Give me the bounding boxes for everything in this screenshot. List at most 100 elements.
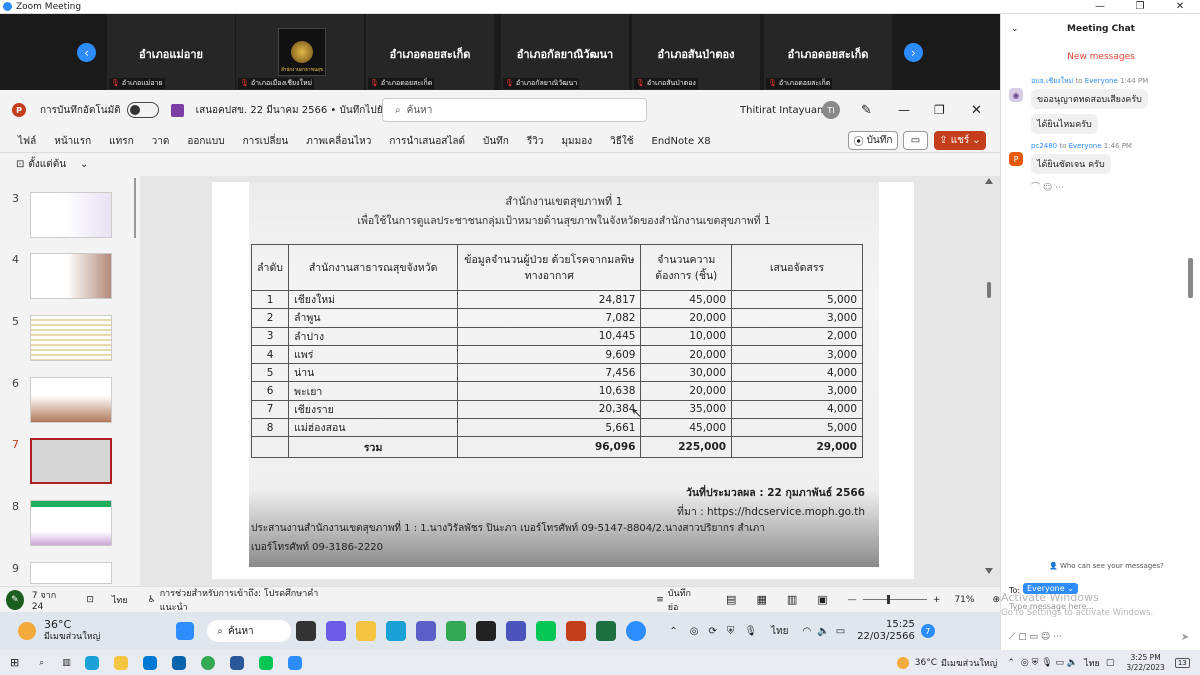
teams-work-icon[interactable] [506,621,527,641]
normal-view-icon[interactable]: ▤ [726,593,736,606]
notes-button[interactable]: บันทึกย่อ [668,586,698,614]
accessibility-status[interactable]: การช่วยสำหรับการเข้าถึง: โปรดศึกษาคำแนะน… [160,586,326,614]
tab-design[interactable]: ออกแบบ [178,134,233,149]
tray-icon[interactable]: ◎ [690,626,699,637]
weather-desc[interactable]: มีเมฆส่วนใหญ่ [941,656,997,670]
video-tile[interactable]: อำเภอสันป่าตอง 🎙 อำเภอสันป่าตอง [632,14,760,90]
video-tile[interactable]: อำเภอดอยสะเก็ด 🎙 อำเภอดอยสะเก็ด [764,14,892,90]
fit-slide-icon[interactable]: ⊕ [992,595,1000,605]
tab-slideshow[interactable]: การนำเสนอสไลด์ [380,134,474,149]
slide-thumbnail[interactable] [30,377,112,423]
video-tile[interactable]: สำนักงานสาธารณสุข 🎙 อำเภอเมืองเชียงใหม่ [236,14,364,90]
microphone-icon[interactable]: 🎙 [744,626,757,637]
taskbar-search[interactable]: ⌕ ค้นหา [207,620,292,642]
who-can-see-link[interactable]: 👤 Who can see your messages? [1049,562,1164,570]
from-beginning-button[interactable]: ตั้งแต่ต้น [28,157,66,172]
spellcheck-icon[interactable]: ⊡ [86,595,94,605]
windows-start-icon[interactable] [176,622,195,640]
language[interactable]: ไทย [112,593,128,607]
teams-icon[interactable] [416,621,437,641]
chat-app-icon[interactable] [326,621,347,641]
excel-icon[interactable] [596,621,617,641]
next-page-button[interactable]: › [904,43,923,62]
chat-toolbar[interactable]: ⟋ ▢ ▭ ☺ ⋯ [1009,632,1062,642]
file-explorer-icon[interactable] [356,621,377,641]
tray-icons[interactable]: ◎ ⛨ 🎙 ▭ 🔈 [1021,658,1078,668]
battery-icon[interactable]: ▭ [836,626,845,637]
sync-icon[interactable]: ⟳ [708,626,716,637]
word-icon[interactable] [229,655,244,670]
language-indicator[interactable]: ไทย [771,624,788,639]
message-actions[interactable]: ⌒ ☺ ⋯ [1031,180,1064,193]
tab-review[interactable]: รีวิว [518,134,553,149]
zoom-icon[interactable] [626,621,647,641]
search-input[interactable]: ⌕ ค้นหา [382,98,647,122]
tab-help[interactable]: วิธีใช้ [601,134,642,149]
line-icon[interactable] [258,655,273,670]
tab-view[interactable]: มุมมอง [552,134,601,149]
restore-icon[interactable]: ❐ [934,103,945,117]
webex-icon[interactable] [476,621,497,641]
close-icon[interactable]: ✕ [971,103,982,118]
tab-insert[interactable]: แทรก [100,134,142,149]
zoom-slider[interactable] [862,595,927,604]
wifi-icon[interactable]: ◠ [803,626,812,637]
slide-scrollbar[interactable] [983,176,995,576]
save-icon[interactable] [170,103,184,117]
edge-icon[interactable] [84,655,99,670]
chevron-up-icon[interactable]: ⌃ [669,626,677,637]
prev-page-button[interactable]: ‹ [77,43,96,62]
chat-message[interactable]: ได้ยินชัดเจน ครับ [1031,154,1111,174]
tab-home[interactable]: หน้าแรก [45,134,100,149]
chat-message[interactable]: ขออนุญาตทดสอบเสียงครับ [1031,89,1148,109]
chrome-icon[interactable] [200,655,215,670]
store-icon[interactable] [142,655,157,670]
slide-thumbnail[interactable] [30,562,112,584]
share-button[interactable]: ⇪ แชร์ ⌄ [934,131,986,150]
reading-view-icon[interactable]: ▥ [787,593,797,606]
pen-icon[interactable]: ✎ [861,103,872,118]
comment-button[interactable]: ▭ [903,131,928,150]
task-view-icon[interactable] [296,621,317,641]
slide-canvas[interactable]: สำนักงานเขตสุขภาพที่ 1 เพื่อใช้ในการดูแล… [212,182,914,579]
video-tile[interactable]: อำเภอดอยสะเก็ด 🎙 อำเภอดอยสะเก็ด [366,14,494,90]
chrome-icon[interactable] [446,621,467,641]
slide-thumbnail[interactable] [30,315,112,361]
slide-sorter-icon[interactable]: ▦ [756,593,766,606]
weather-temp[interactable]: 36°C [915,658,937,668]
line-icon[interactable] [536,621,557,641]
clock[interactable]: 3:25 PM 3/22/2023 [1126,653,1164,673]
notification-badge[interactable]: 13 [1174,657,1190,668]
slideshow-icon[interactable]: ⊡ [16,159,24,170]
tab-endnote[interactable]: EndNote X8 [643,136,720,147]
slide-thumbnail[interactable] [30,253,112,299]
chat-tray-icon[interactable]: ▢ [1106,658,1115,668]
zoom-icon[interactable] [287,655,302,670]
weather-widget[interactable]: 36°C มีเมฆส่วนใหญ่ [44,619,100,643]
windows-start-icon[interactable]: ⊞ [10,656,19,669]
powerpoint-icon[interactable] [566,621,587,641]
chat-scrollbar[interactable] [1187,258,1195,298]
tab-draw[interactable]: วาด [143,134,179,149]
video-tile[interactable]: อำเภอกัลยาณิวัฒนา 🎙 อำเภอกัลยาณิวัฒนา [501,14,629,90]
close-button[interactable]: ✕ [1160,1,1200,12]
video-tile[interactable]: อำเภอแม่อาย 🎙 อำเภอแม่อาย [107,14,235,90]
minimize-button[interactable]: — [1080,1,1120,12]
search-icon[interactable]: ⌕ [39,658,44,668]
notification-badge[interactable]: 7 [920,624,935,638]
clock[interactable]: 15:25 22/03/2566 [857,619,915,643]
send-icon[interactable]: ➤ [1181,632,1189,643]
tab-animations[interactable]: ภาพเคลื่อนไหว [297,134,380,149]
shield-icon[interactable]: ⛨ [727,626,735,637]
slide-thumbnail[interactable] [30,192,112,238]
thumbnail-scrollbar[interactable] [132,178,138,583]
record-button[interactable]: ⦿ บันทึก [848,131,898,150]
chevron-down-icon[interactable]: ⌄ [80,159,88,170]
chat-message[interactable]: ได้ยินไหมครับ [1031,114,1098,134]
task-view-icon[interactable]: ▥ [62,658,71,668]
tab-file[interactable]: ไฟล์ [0,134,45,149]
volume-icon[interactable]: 🔈 [817,626,829,637]
chevron-up-icon[interactable]: ⌃ [1007,658,1015,668]
restore-button[interactable]: ❐ [1120,1,1160,12]
zoom-level[interactable]: 71% [954,595,974,605]
